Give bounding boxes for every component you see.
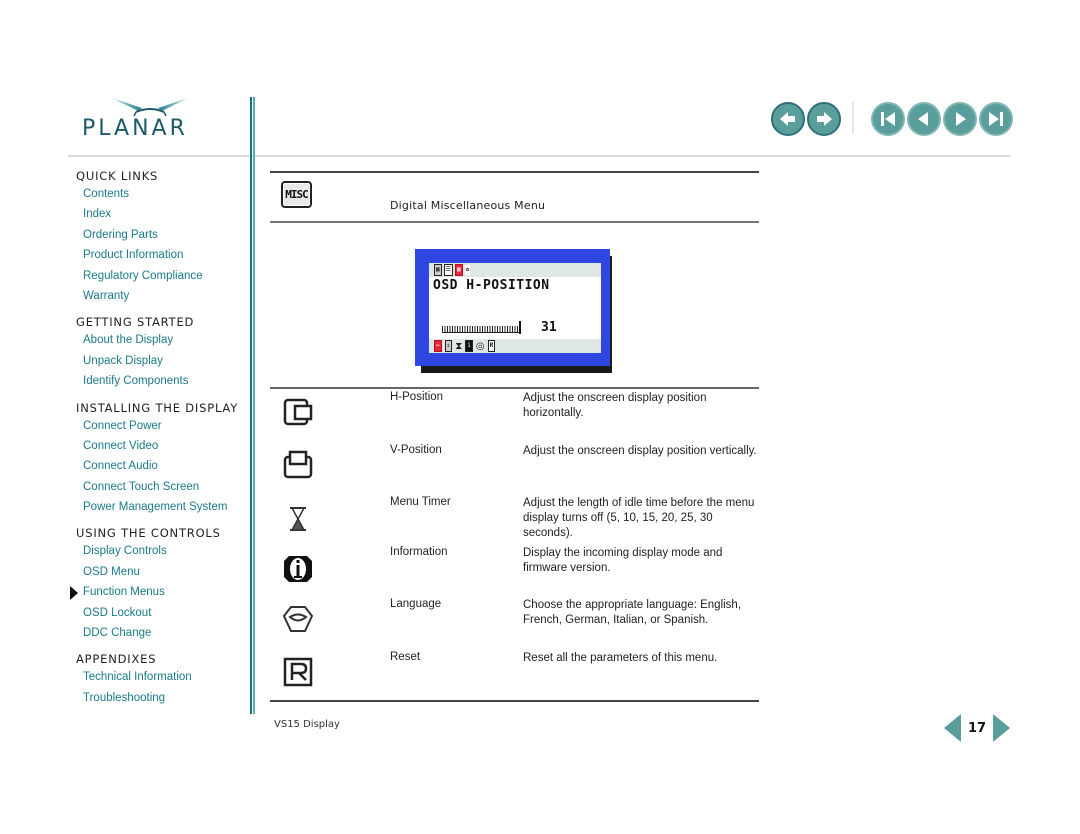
reset-icon: [283, 657, 313, 687]
logo-emblem-icon: [112, 98, 188, 117]
misc-menu-icon: MISC: [281, 181, 312, 208]
osd-slider: [442, 326, 520, 333]
osd-hourglass-icon: ⧗: [455, 340, 463, 352]
page-number: 17: [967, 720, 987, 736]
back-button[interactable]: [771, 102, 805, 136]
last-page-button[interactable]: [979, 102, 1013, 136]
sidebar-link-display-controls[interactable]: Display Controls: [83, 541, 246, 561]
page-pager: 17: [944, 714, 1010, 742]
function-name: V-Position: [390, 444, 442, 456]
sidebar-link-warranty[interactable]: Warranty: [83, 286, 246, 306]
osd-slider-marker: [519, 321, 521, 334]
planar-logo: PLANAR: [82, 96, 222, 146]
section-title-quick-links: QUICK LINKS: [76, 169, 159, 183]
osd-title: OSD H-POSITION: [433, 278, 550, 293]
function-description: Adjust the onscreen display position ver…: [523, 445, 757, 457]
information-icon: [284, 556, 312, 582]
osd-adjust-icon: ☰: [443, 264, 454, 276]
document-footer-label: VS15 Display: [274, 719, 340, 730]
nav-separator: [852, 102, 854, 134]
function-description: Display the incoming display mode and fi…: [523, 547, 723, 574]
previous-page-icon: [918, 112, 928, 126]
sidebar: QUICK LINKS Contents Index Ordering Part…: [70, 168, 246, 708]
osd-screenshot: ▦ ☰ ▦ ✿ OSD H-POSITION 31 ⇔ ⇕ ⧗ i ◎ R: [415, 249, 610, 366]
function-description: Adjust the length of idle time before th…: [523, 497, 755, 539]
section-title-getting-started: GETTING STARTED: [76, 315, 195, 330]
function-table-bottom-rule: [270, 700, 759, 702]
sidebar-link-troubleshooting[interactable]: Troubleshooting: [83, 688, 246, 708]
back-arrow-icon: [780, 112, 795, 126]
osd-info-icon: i: [465, 340, 473, 352]
function-name: H-Position: [390, 391, 444, 403]
sidebar-link-power-management-system[interactable]: Power Management System: [83, 497, 246, 517]
sidebar-link-connect-video[interactable]: Connect Video: [83, 436, 246, 456]
osd-language-icon: ◎: [475, 340, 485, 352]
function-description: Choose the appropriate language: English…: [523, 599, 742, 626]
menu-header-top-rule: [270, 171, 759, 173]
next-page-icon: [956, 112, 966, 126]
first-page-button[interactable]: [871, 102, 905, 136]
osd-reset-icon: R: [487, 340, 496, 352]
sidebar-link-identify-components[interactable]: Identify Components: [83, 371, 246, 391]
section-title-appendixes: APPENDIXES: [76, 652, 157, 667]
sidebar-link-osd-lockout[interactable]: OSD Lockout: [83, 603, 246, 623]
next-page-arrow-icon[interactable]: [993, 714, 1010, 742]
sidebar-link-osd-menu[interactable]: OSD Menu: [83, 562, 246, 582]
sidebar-divider: [250, 97, 256, 714]
h-position-icon: [283, 398, 313, 426]
header-divider: [68, 155, 1010, 157]
osd-screen: ▦ ☰ ▦ ✿ OSD H-POSITION 31 ⇔ ⇕ ⧗ i ◎ R: [429, 263, 601, 353]
first-page-icon: [881, 112, 895, 126]
sidebar-link-unpack-display[interactable]: Unpack Display: [83, 351, 246, 371]
previous-page-arrow-icon[interactable]: [944, 714, 961, 742]
previous-page-button[interactable]: [907, 102, 941, 136]
forward-button[interactable]: [807, 102, 841, 136]
hourglass-icon: [290, 507, 306, 531]
osd-misc-icon: ▦: [455, 264, 463, 276]
page-nav: [871, 102, 1013, 136]
menu-header-bottom-rule: [270, 221, 759, 223]
sidebar-link-connect-touch-screen[interactable]: Connect Touch Screen: [83, 477, 246, 497]
v-position-icon: [283, 450, 313, 479]
osd-value: 31: [541, 320, 557, 335]
osd-bottom-menu-bar: ⇔ ⇕ ⧗ i ◎ R: [429, 339, 601, 353]
forward-arrow-icon: [817, 112, 832, 126]
function-name: Reset: [390, 651, 421, 663]
sidebar-link-product-information[interactable]: Product Information: [83, 245, 246, 265]
osd-color-icon: ✿: [464, 265, 471, 275]
osd-v-position-icon: ⇕: [444, 340, 453, 352]
function-name: Information: [390, 546, 448, 558]
sidebar-link-about-the-display[interactable]: About the Display: [83, 330, 246, 350]
language-icon: [282, 606, 314, 632]
function-table-top-rule: [270, 387, 759, 389]
osd-top-menu-bar: ▦ ☰ ▦ ✿: [429, 263, 601, 277]
section-title-installing-the-display: INSTALLING THE DISPLAY: [76, 400, 239, 415]
function-name: Language: [390, 598, 442, 610]
function-description: Adjust the onscreen display position hor…: [523, 392, 707, 419]
menu-title: Digital Miscellaneous Menu: [390, 199, 546, 212]
sidebar-link-ddc-change[interactable]: DDC Change: [83, 623, 246, 643]
sidebar-link-regulatory-compliance[interactable]: Regulatory Compliance: [83, 266, 246, 286]
logo-text: PLANAR: [82, 116, 188, 141]
sidebar-link-index[interactable]: Index: [83, 204, 246, 224]
next-page-button[interactable]: [943, 102, 977, 136]
osd-brightness-icon: ▦: [434, 264, 442, 276]
section-title-using-the-controls: USING THE CONTROLS: [76, 526, 221, 541]
sidebar-link-ordering-parts[interactable]: Ordering Parts: [83, 225, 246, 245]
osd-h-position-icon: ⇔: [434, 340, 442, 352]
last-page-icon: [989, 112, 1003, 126]
function-description: Reset all the parameters of this menu.: [523, 652, 718, 664]
sidebar-link-connect-power[interactable]: Connect Power: [83, 416, 246, 436]
sidebar-link-function-menus[interactable]: Function Menus: [70, 582, 246, 602]
sidebar-link-contents[interactable]: Contents: [83, 184, 246, 204]
function-name: Menu Timer: [390, 496, 451, 508]
sidebar-link-connect-audio[interactable]: Connect Audio: [83, 456, 246, 476]
history-nav: [771, 102, 841, 136]
sidebar-link-technical-information[interactable]: Technical Information: [83, 667, 246, 687]
